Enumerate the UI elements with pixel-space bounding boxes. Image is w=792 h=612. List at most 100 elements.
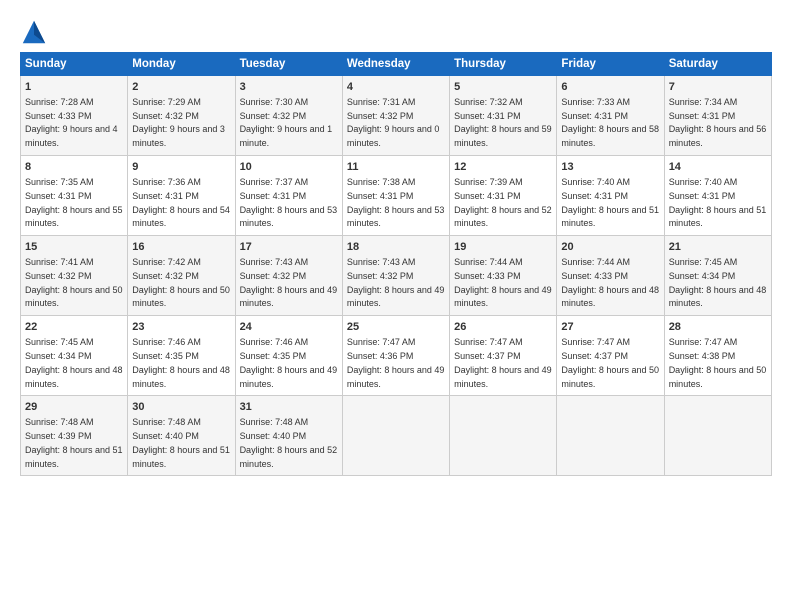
logo-icon: [20, 18, 48, 46]
day-number: 25: [347, 320, 445, 335]
logo: [20, 18, 52, 46]
calendar-cell: 18 Sunrise: 7:43 AMSunset: 4:32 PMDayligh…: [342, 236, 449, 316]
column-header-saturday: Saturday: [664, 53, 771, 76]
calendar-page: SundayMondayTuesdayWednesdayThursdayFrid…: [0, 0, 792, 612]
day-number: 10: [240, 160, 338, 175]
column-header-monday: Monday: [128, 53, 235, 76]
week-row-5: 29Sunrise: 7:48 AMSunset: 4:39 PMDayligh…: [21, 396, 772, 476]
day-number: 18: [347, 240, 445, 255]
day-details: Sunrise: 7:42 AMSunset: 4:32 PMDaylight:…: [132, 257, 230, 308]
day-number: 8: [25, 160, 123, 175]
day-number: 17: [240, 240, 338, 255]
calendar-cell: 21Sunrise: 7:45 AMSunset: 4:34 PMDayligh…: [664, 236, 771, 316]
calendar-cell: 4 Sunrise: 7:31 AMSunset: 4:32 PMDaylight…: [342, 76, 449, 156]
calendar-cell: 2 Sunrise: 7:29 AMSunset: 4:32 PMDaylight…: [128, 76, 235, 156]
day-details: Sunrise: 7:28 AMSunset: 4:33 PMDaylight:…: [25, 97, 118, 148]
day-number: 26: [454, 320, 552, 335]
day-details: Sunrise: 7:47 AMSunset: 4:38 PMDaylight:…: [669, 337, 767, 388]
week-row-3: 15 Sunrise: 7:41 AMSunset: 4:32 PMDayligh…: [21, 236, 772, 316]
day-details: Sunrise: 7:44 AMSunset: 4:33 PMDaylight:…: [561, 257, 659, 308]
day-details: Sunrise: 7:36 AMSunset: 4:31 PMDaylight:…: [132, 177, 230, 228]
day-number: 9: [132, 160, 230, 175]
day-details: Sunrise: 7:40 AMSunset: 4:31 PMDaylight:…: [669, 177, 767, 228]
day-number: 28: [669, 320, 767, 335]
day-number: 21: [669, 240, 767, 255]
day-details: Sunrise: 7:48 AMSunset: 4:40 PMDaylight:…: [132, 417, 230, 468]
column-header-friday: Friday: [557, 53, 664, 76]
calendar-cell: 25Sunrise: 7:47 AMSunset: 4:36 PMDayligh…: [342, 316, 449, 396]
header: [20, 18, 772, 46]
calendar-cell: 14 Sunrise: 7:40 AMSunset: 4:31 PMDayligh…: [664, 156, 771, 236]
day-number: 13: [561, 160, 659, 175]
day-number: 27: [561, 320, 659, 335]
day-details: Sunrise: 7:38 AMSunset: 4:31 PMDaylight:…: [347, 177, 445, 228]
calendar-cell: 10 Sunrise: 7:37 AMSunset: 4:31 PMDayligh…: [235, 156, 342, 236]
day-details: Sunrise: 7:48 AMSunset: 4:40 PMDaylight:…: [240, 417, 338, 468]
day-number: 31: [240, 400, 338, 415]
calendar-cell: [450, 396, 557, 476]
header-row: SundayMondayTuesdayWednesdayThursdayFrid…: [21, 53, 772, 76]
calendar-table: SundayMondayTuesdayWednesdayThursdayFrid…: [20, 52, 772, 476]
day-number: 4: [347, 80, 445, 95]
day-number: 29: [25, 400, 123, 415]
day-number: 15: [25, 240, 123, 255]
day-details: Sunrise: 7:43 AMSunset: 4:32 PMDaylight:…: [240, 257, 338, 308]
calendar-cell: 16 Sunrise: 7:42 AMSunset: 4:32 PMDayligh…: [128, 236, 235, 316]
calendar-cell: 29Sunrise: 7:48 AMSunset: 4:39 PMDayligh…: [21, 396, 128, 476]
day-number: 22: [25, 320, 123, 335]
day-details: Sunrise: 7:31 AMSunset: 4:32 PMDaylight:…: [347, 97, 440, 148]
day-number: 11: [347, 160, 445, 175]
calendar-cell: 3 Sunrise: 7:30 AMSunset: 4:32 PMDaylight…: [235, 76, 342, 156]
week-row-2: 8 Sunrise: 7:35 AMSunset: 4:31 PMDaylight…: [21, 156, 772, 236]
calendar-cell: 20 Sunrise: 7:44 AMSunset: 4:33 PMDayligh…: [557, 236, 664, 316]
calendar-cell: 13 Sunrise: 7:40 AMSunset: 4:31 PMDayligh…: [557, 156, 664, 236]
calendar-cell: 26 Sunrise: 7:47 AMSunset: 4:37 PMDayligh…: [450, 316, 557, 396]
day-number: 5: [454, 80, 552, 95]
calendar-cell: 30 Sunrise: 7:48 AMSunset: 4:40 PMDayligh…: [128, 396, 235, 476]
calendar-cell: 27Sunrise: 7:47 AMSunset: 4:37 PMDayligh…: [557, 316, 664, 396]
day-details: Sunrise: 7:29 AMSunset: 4:32 PMDaylight:…: [132, 97, 225, 148]
day-details: Sunrise: 7:33 AMSunset: 4:31 PMDaylight:…: [561, 97, 659, 148]
column-header-wednesday: Wednesday: [342, 53, 449, 76]
day-details: Sunrise: 7:43 AMSunset: 4:32 PMDaylight:…: [347, 257, 445, 308]
calendar-cell: [557, 396, 664, 476]
calendar-cell: 17 Sunrise: 7:43 AMSunset: 4:32 PMDayligh…: [235, 236, 342, 316]
day-number: 1: [25, 80, 123, 95]
calendar-cell: 22Sunrise: 7:45 AMSunset: 4:34 PMDayligh…: [21, 316, 128, 396]
day-number: 12: [454, 160, 552, 175]
day-details: Sunrise: 7:40 AMSunset: 4:31 PMDaylight:…: [561, 177, 659, 228]
day-number: 30: [132, 400, 230, 415]
day-details: Sunrise: 7:41 AMSunset: 4:32 PMDaylight:…: [25, 257, 123, 308]
day-number: 14: [669, 160, 767, 175]
day-details: Sunrise: 7:34 AMSunset: 4:31 PMDaylight:…: [669, 97, 767, 148]
day-number: 20: [561, 240, 659, 255]
calendar-cell: 7 Sunrise: 7:34 AMSunset: 4:31 PMDaylight…: [664, 76, 771, 156]
day-number: 3: [240, 80, 338, 95]
day-details: Sunrise: 7:32 AMSunset: 4:31 PMDaylight:…: [454, 97, 552, 148]
calendar-cell: 12 Sunrise: 7:39 AMSunset: 4:31 PMDayligh…: [450, 156, 557, 236]
column-header-sunday: Sunday: [21, 53, 128, 76]
calendar-cell: 8 Sunrise: 7:35 AMSunset: 4:31 PMDaylight…: [21, 156, 128, 236]
day-number: 7: [669, 80, 767, 95]
week-row-1: 1 Sunrise: 7:28 AMSunset: 4:33 PMDaylight…: [21, 76, 772, 156]
calendar-cell: 19Sunrise: 7:44 AMSunset: 4:33 PMDayligh…: [450, 236, 557, 316]
calendar-cell: 23Sunrise: 7:46 AMSunset: 4:35 PMDayligh…: [128, 316, 235, 396]
calendar-cell: 9 Sunrise: 7:36 AMSunset: 4:31 PMDaylight…: [128, 156, 235, 236]
calendar-cell: 24Sunrise: 7:46 AMSunset: 4:35 PMDayligh…: [235, 316, 342, 396]
column-header-thursday: Thursday: [450, 53, 557, 76]
day-details: Sunrise: 7:35 AMSunset: 4:31 PMDaylight:…: [25, 177, 123, 228]
calendar-cell: 28 Sunrise: 7:47 AMSunset: 4:38 PMDayligh…: [664, 316, 771, 396]
calendar-cell: 5 Sunrise: 7:32 AMSunset: 4:31 PMDaylight…: [450, 76, 557, 156]
calendar-cell: 11 Sunrise: 7:38 AMSunset: 4:31 PMDayligh…: [342, 156, 449, 236]
day-details: Sunrise: 7:39 AMSunset: 4:31 PMDaylight:…: [454, 177, 552, 228]
day-number: 2: [132, 80, 230, 95]
calendar-cell: [342, 396, 449, 476]
day-details: Sunrise: 7:30 AMSunset: 4:32 PMDaylight:…: [240, 97, 333, 148]
day-details: Sunrise: 7:47 AMSunset: 4:37 PMDaylight:…: [454, 337, 552, 388]
day-details: Sunrise: 7:37 AMSunset: 4:31 PMDaylight:…: [240, 177, 338, 228]
day-number: 16: [132, 240, 230, 255]
calendar-cell: 1 Sunrise: 7:28 AMSunset: 4:33 PMDaylight…: [21, 76, 128, 156]
week-row-4: 22Sunrise: 7:45 AMSunset: 4:34 PMDayligh…: [21, 316, 772, 396]
calendar-cell: [664, 396, 771, 476]
day-number: 6: [561, 80, 659, 95]
